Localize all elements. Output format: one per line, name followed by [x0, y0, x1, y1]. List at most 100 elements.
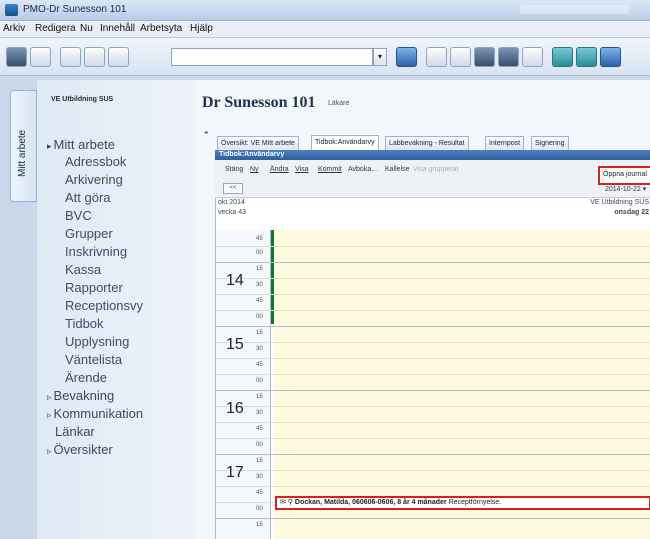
menu-arkiv[interactable]: Arkiv	[3, 23, 25, 34]
tab-signering[interactable]: Signering	[531, 136, 569, 150]
year-label: okt 2014	[218, 199, 245, 206]
date-value: 2014-10-22	[605, 186, 641, 193]
sidebar-item-arkivering[interactable]: Arkivering	[65, 172, 123, 187]
close-doc-button[interactable]	[30, 47, 51, 67]
notice-button[interactable]: Kallelse	[385, 166, 410, 173]
grid-icon[interactable]	[426, 47, 447, 67]
sidebar-item-rapporter[interactable]: Rapporter	[65, 280, 123, 295]
minute-label: 15	[256, 522, 263, 528]
sidebar-item-vantelista[interactable]: Väntelista	[65, 352, 122, 367]
slot-line	[216, 294, 650, 295]
minute-label: 45	[256, 490, 263, 496]
minute-label: 15	[256, 266, 263, 272]
window-title: PMO-Dr Sunesson 101	[23, 4, 127, 15]
minute-label: 00	[256, 250, 263, 256]
slot-line	[216, 406, 650, 407]
sidebar-item-upplysning[interactable]: Upplysning	[65, 334, 129, 349]
tab-labbevakning[interactable]: Labbevakning - Resultat	[385, 136, 469, 150]
address-dropdown[interactable]: ▾	[373, 48, 387, 66]
settings-icon[interactable]	[576, 47, 597, 67]
menu-arbetsyta[interactable]: Arbetsyta	[140, 23, 182, 34]
columns-icon[interactable]	[474, 47, 495, 67]
sidebar-item-grupper[interactable]: Grupper	[65, 226, 113, 241]
close-button[interactable]: Stäng	[225, 166, 243, 173]
main-area: Dr Sunesson 101 Läkare ⌖ Översikt: VE Mi…	[195, 80, 650, 539]
hour-label: 16	[226, 400, 244, 417]
minus-icon[interactable]	[498, 47, 519, 67]
day-column[interactable]	[274, 230, 650, 539]
week-label: vecka 43	[218, 209, 247, 216]
sidebar-item-kommunikation[interactable]: ▹ Kommunikation	[47, 406, 143, 421]
sidebar-item-att-gora[interactable]: Att göra	[65, 190, 111, 205]
help-icon[interactable]	[600, 47, 621, 67]
sidebar-item-arende[interactable]: Ärende	[65, 370, 107, 385]
menu-hjalp[interactable]: Hjälp	[190, 23, 213, 34]
expand-icon: ▹	[47, 392, 52, 402]
appointment-patient: Dockan, Matilda, 060606-0606, 8 år 4 mån…	[294, 499, 447, 506]
view-button[interactable]: Visa	[295, 166, 309, 173]
address-input[interactable]	[171, 48, 373, 66]
tab-mitt-arbete-vertical[interactable]: Mitt arbete	[10, 90, 37, 202]
minute-label: 15	[256, 330, 263, 336]
day-label: onsdag 22	[614, 209, 649, 216]
sidebar-item-bvc[interactable]: BVC	[65, 208, 92, 223]
new-button[interactable]: Ny	[250, 166, 259, 173]
window-icon[interactable]	[522, 47, 543, 67]
copy-button[interactable]	[84, 47, 105, 67]
sidebar-item-lankar[interactable]: Länkar	[55, 424, 95, 439]
arrived-button[interactable]: Kommit	[318, 166, 342, 173]
hour-line	[216, 326, 650, 327]
sidebar-item-oversikter[interactable]: ▹ Översikter	[47, 442, 113, 457]
page-button[interactable]	[108, 47, 129, 67]
expand-icon: ▹	[47, 446, 52, 456]
sidebar-item-tidbok[interactable]: Tidbok	[65, 316, 104, 331]
tab-oversikt[interactable]: Översikt: VE Mitt arbete	[217, 136, 299, 150]
refresh-icon[interactable]	[396, 47, 417, 67]
slot-line	[216, 310, 650, 311]
open-journal-button[interactable]: Öppna journal	[598, 166, 650, 185]
pin-icon[interactable]: ⌖	[204, 128, 209, 138]
menu-redigera[interactable]: Redigera	[35, 23, 76, 34]
hour-label: 15	[226, 336, 244, 353]
appointment[interactable]: ✉ ⚲ Dockan, Matilda, 060606-0606, 8 år 4…	[275, 496, 650, 510]
edit-button[interactable]: Ändra	[270, 166, 289, 173]
main-toolbar: ▾	[0, 38, 650, 76]
appointment-note: Receptförnyelse.	[448, 499, 502, 506]
sidebar-item-inskrivning[interactable]: Inskrivning	[65, 244, 127, 259]
sidebar-item-adressbok[interactable]: Adressbok	[65, 154, 126, 169]
window-controls[interactable]	[520, 5, 630, 14]
tab-tidbok[interactable]: Tidbok:Användarvy	[311, 135, 379, 150]
slot-line	[216, 470, 650, 471]
sidebar-item-kassa[interactable]: Kassa	[65, 262, 101, 277]
date-select[interactable]: 2014-10-22 ▾	[605, 185, 650, 196]
hour-line	[216, 454, 650, 455]
sidebar-item-mitt-arbete[interactable]: ▸ Mitt arbete	[47, 137, 115, 152]
sidebar-item-receptionsvy[interactable]: Receptionsvy	[65, 298, 143, 313]
vertical-tab-label: Mitt arbete	[17, 129, 28, 177]
back-button[interactable]	[6, 47, 27, 67]
mail-icon[interactable]	[552, 47, 573, 67]
sidebar-item-label: Översikter	[53, 442, 113, 457]
tab-internpost[interactable]: Internpost	[485, 136, 525, 150]
panel-title: Tidbok:Användarvy	[215, 150, 650, 160]
print-button[interactable]	[60, 47, 81, 67]
slot-line	[216, 278, 650, 279]
minute-label: 00	[256, 442, 263, 448]
minute-label: 00	[256, 378, 263, 384]
expand-icon: ▹	[47, 410, 52, 420]
calendar-grid: okt 2014 VE Utbildning SUS vecka 43 onsd…	[215, 198, 650, 539]
sidebar-item-label: Kommunikation	[53, 406, 144, 421]
sidebar-item-label: Mitt arbete	[53, 137, 115, 152]
hour-line	[216, 262, 650, 263]
previous-button[interactable]: <<	[223, 183, 243, 194]
menu-bar: Arkiv Redigera Nu Innehåll Arbetsyta Hjä…	[0, 21, 650, 38]
app-icon	[5, 4, 18, 16]
sidebar-item-bevakning[interactable]: ▹ Bevakning	[47, 388, 114, 403]
hour-line	[216, 518, 650, 519]
calendar-icon[interactable]	[450, 47, 471, 67]
panel-toolbar: Stäng Ny Ändra Visa Kommit Avboka... Kal…	[215, 160, 650, 198]
menu-nu[interactable]: Nu	[80, 23, 93, 34]
chevron-down-icon: ▾	[642, 186, 647, 193]
cancel-booking-button[interactable]: Avboka...	[348, 166, 377, 173]
menu-innehall[interactable]: Innehåll	[100, 23, 135, 34]
